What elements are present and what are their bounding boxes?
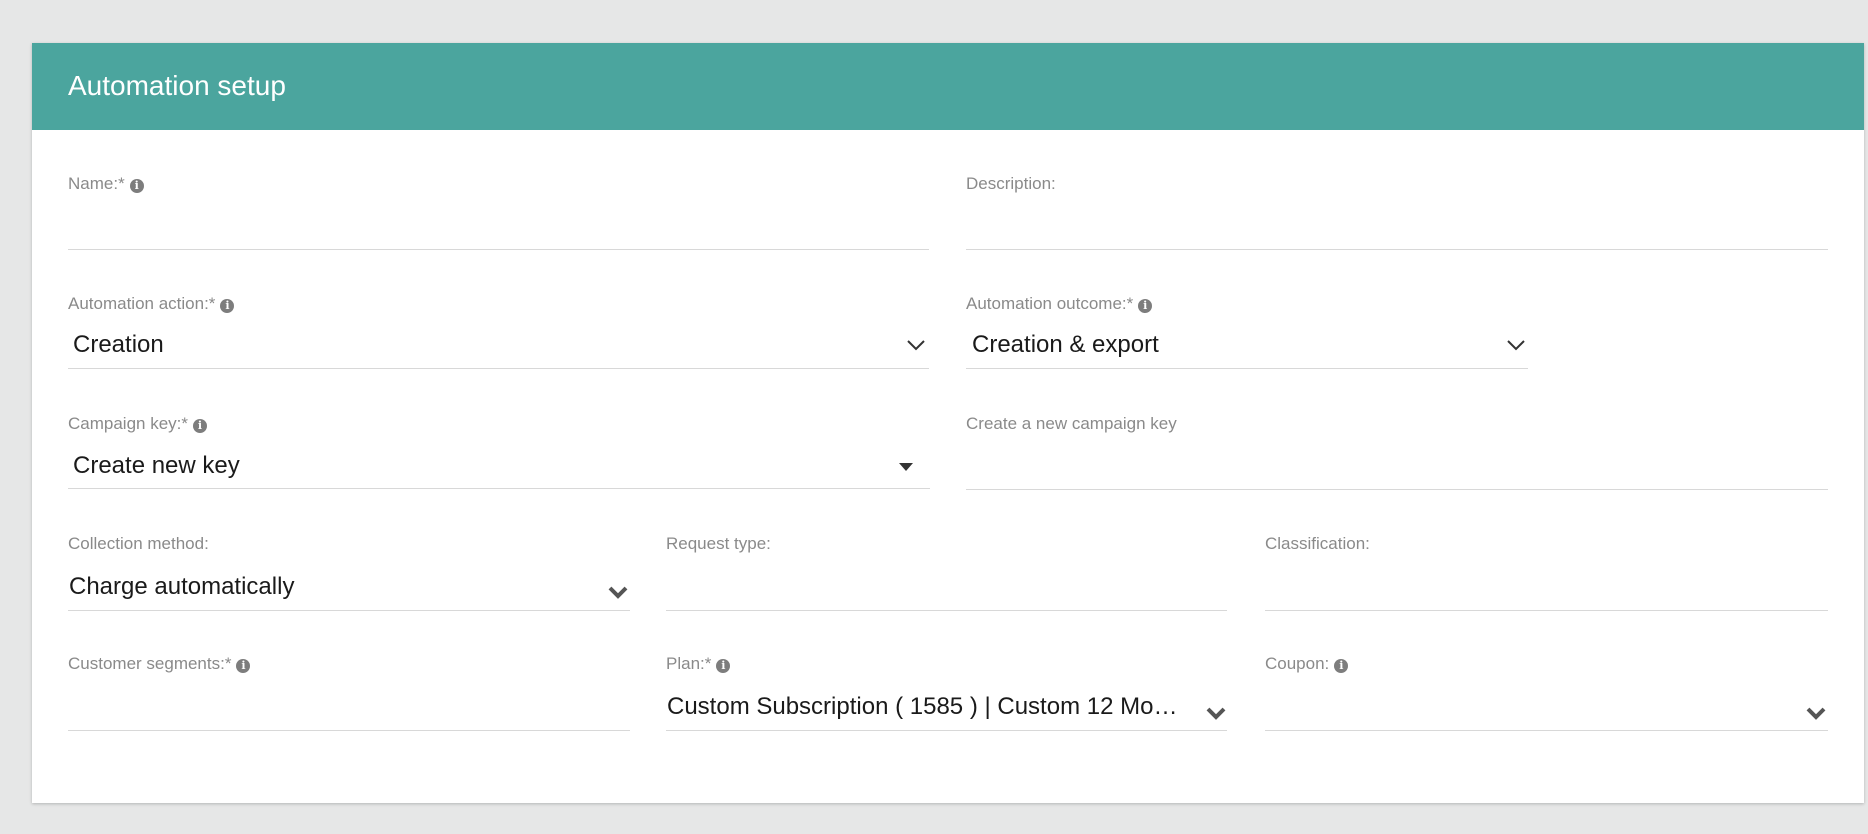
info-icon[interactable]: i <box>1334 659 1349 673</box>
description-field[interactable]: Description: <box>966 174 1828 254</box>
automation-action-underline <box>68 368 929 369</box>
chevron-down-icon[interactable] <box>1806 707 1826 720</box>
campaign-key-underline <box>68 488 930 489</box>
automation-outcome-value: Creation & export <box>972 331 1159 358</box>
description-label: Description: <box>966 174 1056 193</box>
plan-label: Plan:* i <box>666 654 731 674</box>
page-title: Automation setup <box>68 70 286 101</box>
info-icon[interactable]: i <box>716 659 731 673</box>
coupon-underline <box>1265 730 1828 731</box>
collection-method-label: Collection method: <box>68 534 209 553</box>
classification-label: Classification: <box>1265 534 1370 553</box>
caret-down-icon[interactable] <box>899 463 913 471</box>
automation-outcome-underline <box>966 368 1528 369</box>
name-field[interactable]: Name:* i <box>68 174 929 254</box>
info-icon[interactable]: i <box>1138 299 1153 313</box>
name-underline <box>68 249 929 250</box>
request-type-field[interactable]: Request type: <box>666 534 1227 614</box>
description-underline <box>966 249 1828 250</box>
card-header: Automation setup <box>32 43 1864 130</box>
automation-outcome-label: Automation outcome:* i <box>966 294 1153 314</box>
info-icon[interactable]: i <box>220 299 235 313</box>
plan-underline <box>666 730 1227 731</box>
info-icon[interactable]: i <box>236 659 251 673</box>
campaign-key-value: Create new key <box>73 452 240 479</box>
automation-outcome-select[interactable]: Automation outcome:* i Creation & export <box>966 294 1528 374</box>
plan-value: Custom Subscription ( 1585 ) | Custom 12… <box>667 693 1186 720</box>
classification-field[interactable]: Classification: <box>1265 534 1828 614</box>
automation-setup-card: Automation setup Name:* i Description: Au… <box>32 43 1864 803</box>
name-label: Name:* i <box>68 174 144 194</box>
customer-segments-field[interactable]: Customer segments:* i <box>68 654 630 734</box>
collection-method-underline <box>68 610 630 611</box>
coupon-label: Coupon: i <box>1265 654 1349 674</box>
request-type-underline <box>666 610 1227 611</box>
new-campaign-key-label: Create a new campaign key <box>966 414 1177 433</box>
plan-select[interactable]: Plan:* i Custom Subscription ( 1585 ) | C… <box>666 654 1227 734</box>
coupon-select[interactable]: Coupon: i <box>1265 654 1828 734</box>
new-campaign-key-field[interactable]: Create a new campaign key <box>966 414 1828 494</box>
chevron-down-icon[interactable] <box>907 340 925 351</box>
chevron-down-icon[interactable] <box>1507 340 1525 351</box>
request-type-label: Request type: <box>666 534 771 553</box>
campaign-key-label: Campaign key:* i <box>68 414 208 434</box>
automation-action-select[interactable]: Automation action:* i Creation <box>68 294 929 374</box>
automation-action-value: Creation <box>73 331 164 358</box>
customer-segments-underline <box>68 730 630 731</box>
classification-underline <box>1265 610 1828 611</box>
chevron-down-icon[interactable] <box>1206 707 1226 720</box>
automation-action-label: Automation action:* i <box>68 294 235 314</box>
collection-method-value: Charge automatically <box>69 573 295 600</box>
new-campaign-key-underline <box>966 489 1828 490</box>
campaign-key-select[interactable]: Campaign key:* i Create new key <box>68 414 930 494</box>
info-icon[interactable]: i <box>129 179 144 193</box>
info-icon[interactable]: i <box>193 419 208 433</box>
collection-method-select[interactable]: Collection method: Charge automatically <box>68 534 630 614</box>
customer-segments-label: Customer segments:* i <box>68 654 251 674</box>
chevron-down-icon[interactable] <box>608 586 628 599</box>
